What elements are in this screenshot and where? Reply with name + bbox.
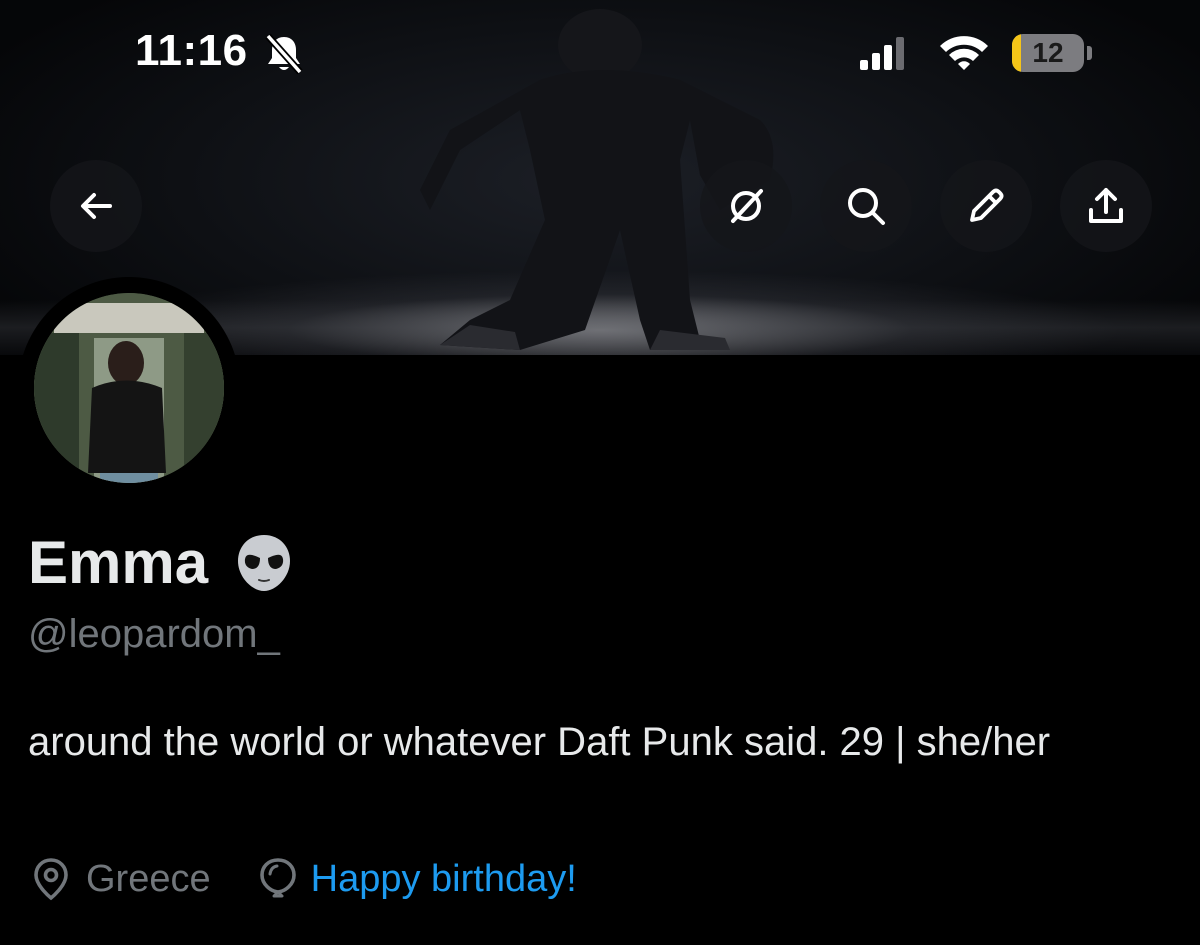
status-time: 11:16 — [135, 26, 248, 75]
edit-pencil-icon — [970, 188, 1004, 222]
profile-bio: around the world or whatever Daft Punk s… — [28, 720, 1051, 764]
avatar-photo — [34, 293, 224, 483]
profile-meta-row: Greece Happy birthday! — [28, 856, 577, 902]
alien-face-icon — [238, 534, 291, 591]
profile-location: Greece — [86, 857, 211, 900]
back-arrow-icon — [81, 193, 112, 219]
search-icon — [848, 188, 885, 225]
wifi-icon — [940, 36, 988, 70]
battery-tip — [1087, 46, 1092, 60]
search-button[interactable] — [820, 160, 912, 252]
cellular-signal-icon — [860, 37, 904, 70]
edit-button[interactable] — [940, 160, 1032, 252]
display-name: Emma — [28, 529, 209, 596]
grok-icon — [731, 189, 763, 223]
avatar[interactable] — [34, 293, 224, 483]
share-icon — [1089, 188, 1123, 223]
bell-slash-icon — [265, 33, 303, 75]
birthday-link[interactable]: Happy birthday! — [311, 858, 577, 901]
battery-icon: 12 — [1012, 34, 1084, 72]
grok-button[interactable] — [700, 160, 792, 252]
back-button[interactable] — [50, 160, 142, 252]
profile-handle: @leopardom_ — [28, 612, 280, 656]
name-row: Emma — [28, 528, 296, 597]
share-button[interactable] — [1060, 160, 1152, 252]
balloon-icon — [259, 858, 296, 898]
battery-percent: 12 — [1032, 37, 1064, 68]
location-pin-icon — [34, 858, 68, 901]
